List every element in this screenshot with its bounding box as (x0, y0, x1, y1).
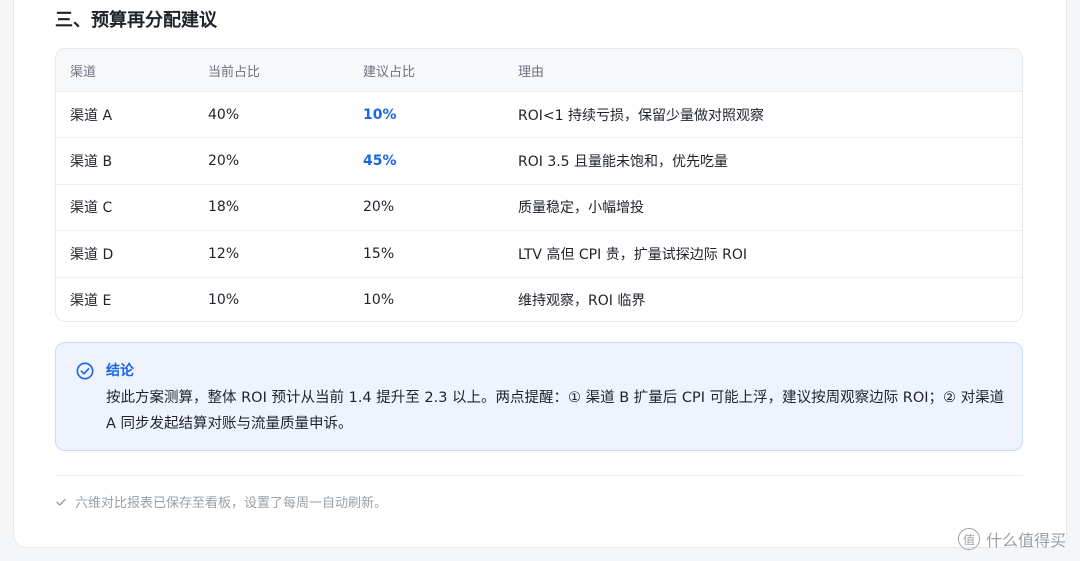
table-row: 渠道 E 10% 10% 维持观察，ROI 临界 (56, 276, 1022, 321)
table-row: 渠道 A 40% 10% ROI<1 持续亏损，保留少量做对照观察 (56, 91, 1022, 137)
cell-current: 10% (208, 292, 240, 309)
cell-suggested: 15% (363, 245, 395, 262)
check-circle-icon (76, 362, 94, 380)
cell-reason: 维持观察，ROI 临界 (518, 293, 646, 310)
section-title: 三、预算再分配建议 (55, 10, 217, 31)
cell-reason: ROI 3.5 且量能未饱和，优先吃量 (518, 154, 729, 171)
header-suggested-share: 建议占比 (363, 64, 416, 80)
cell-current: 40% (208, 106, 240, 123)
cell-channel: 渠道 D (70, 246, 114, 263)
divider (55, 475, 1023, 476)
conclusion-callout: 结论 按此方案测算，整体 ROI 预计从当前 1.4 提升至 2.3 以上。两点… (55, 342, 1023, 451)
cell-reason: ROI<1 持续亏损，保留少量做对照观察 (518, 107, 764, 124)
table-row: 渠道 C 18% 20% 质量稳定，小幅增投 (56, 183, 1022, 230)
table-header-row: 渠道 当前占比 建议占比 理由 (56, 49, 1022, 91)
cell-channel: 渠道 B (70, 154, 113, 171)
watermark-logo-icon: 值 (957, 528, 980, 550)
cell-channel: 渠道 A (70, 107, 113, 124)
cell-current: 20% (208, 153, 240, 170)
cell-channel: 渠道 C (70, 200, 113, 217)
check-icon (56, 498, 66, 506)
cell-current: 12% (208, 245, 240, 262)
header-current-share: 当前占比 (208, 64, 261, 80)
header-channel: 渠道 (70, 64, 97, 80)
cell-reason: LTV 高但 CPI 贵，扩量试探边际 ROI (518, 246, 748, 263)
table-row: 渠道 D 12% 15% LTV 高但 CPI 贵，扩量试探边际 ROI (56, 230, 1022, 276)
footer-note-text: 六维对比报表已保存至看板，设置了每周一自动刷新。 (75, 496, 388, 511)
cell-suggested: 45% (363, 153, 397, 170)
cell-suggested: 10% (363, 106, 397, 123)
watermark-text: 什么值得买 (985, 531, 1066, 550)
cell-reason: 质量稳定，小幅增投 (518, 200, 644, 217)
footer-note: 六维对比报表已保存至看板，设置了每周一自动刷新。 (55, 492, 387, 511)
cell-suggested: 10% (363, 292, 395, 309)
cell-suggested: 20% (363, 199, 395, 216)
header-reason: 理由 (518, 64, 545, 80)
cell-current: 18% (208, 199, 240, 216)
conclusion-title: 结论 (106, 363, 134, 379)
cell-channel: 渠道 E (70, 293, 112, 310)
budget-table: 渠道 当前占比 建议占比 理由 渠道 A 40% 10% ROI<1 持续亏损，… (55, 48, 1023, 322)
watermark: 值 什么值得买 (957, 527, 1066, 551)
table-row: 渠道 B 20% 45% ROI 3.5 且量能未饱和，优先吃量 (56, 137, 1022, 183)
conclusion-text: 按此方案测算，整体 ROI 预计从当前 1.4 提升至 2.3 以上。两点提醒：… (106, 390, 1005, 432)
